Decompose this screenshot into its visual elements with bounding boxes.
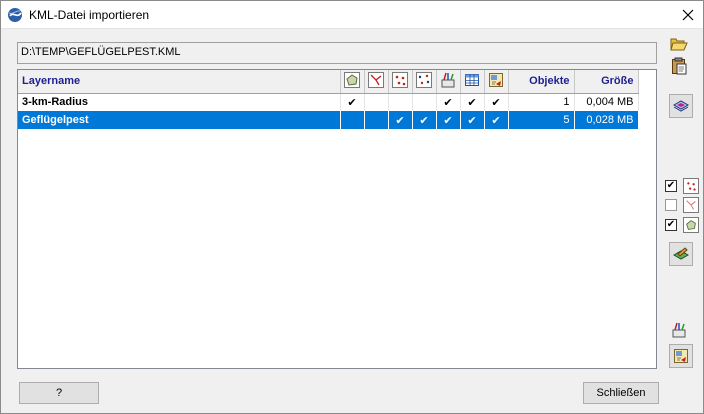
col-header-import[interactable] [484,70,509,94]
apply-filter-button[interactable] [669,242,693,266]
layers-button[interactable] [669,94,693,118]
layers-icon [673,100,689,112]
points-check-cell[interactable] [388,93,413,111]
layer-edit-icon [673,247,689,260]
globe-app-icon [8,8,22,22]
open-file-button[interactable] [667,32,691,56]
filter-polygons-row[interactable]: ✔ [665,217,704,233]
labels-check-cell[interactable]: ✔ [412,111,437,129]
objekte-cell: 5 [508,111,575,129]
dialog-client: D:\TEMP\GEFLÜGELPEST.KML Layername Objek… [1,30,703,413]
import-button[interactable] [669,344,693,368]
groesse-cell: 0,028 MB [574,111,639,129]
col-header-objekte[interactable]: Objekte [508,70,575,94]
groesse-cell: 0,004 MB [574,93,639,111]
table-check-cell[interactable]: ✔ [460,111,485,129]
labels-check-cell[interactable] [412,93,437,111]
close-button[interactable]: Schließen [583,382,659,404]
polygon-icon [344,71,360,88]
import-check-cell[interactable]: ✔ [484,111,509,129]
help-button[interactable]: ? [19,382,99,404]
dialog-window: KML-Datei importieren D:\TEMP\GEFLÜGELPE… [0,0,704,414]
line-icon [368,71,384,88]
col-header-table[interactable] [460,70,485,94]
col-header-style[interactable] [436,70,461,94]
col-header-polygon[interactable] [340,70,365,94]
points-icon [392,71,408,88]
line-check-cell[interactable] [364,93,389,111]
polygon-check-cell[interactable] [340,111,365,129]
style-brush-icon [441,72,455,88]
polygon-icon [683,217,699,233]
title-bar: KML-Datei importieren [1,1,703,29]
table-check-cell[interactable]: ✔ [460,93,485,111]
style-button[interactable] [667,318,691,342]
layer-table: Layername Objekte Größe 3-km-Radius ✔ ✔ … [18,70,639,129]
style-check-cell[interactable]: ✔ [436,93,461,111]
close-window-button[interactable] [673,1,703,29]
labels-icon [416,71,432,88]
attribute-table-icon [465,73,479,86]
paste-button[interactable] [667,54,691,78]
open-folder-icon [670,38,688,51]
col-header-line[interactable] [364,70,389,94]
line-check-cell[interactable] [364,111,389,129]
layer-name-cell: 3-km-Radius [18,93,341,111]
table-header-row: Layername Objekte Größe [18,70,639,94]
style-check-cell[interactable]: ✔ [436,111,461,129]
objekte-cell: 1 [508,93,575,111]
filter-lines-row[interactable] [665,197,704,213]
import-icon [674,349,688,363]
clipboard-icon [672,57,687,75]
close-icon [682,9,694,21]
line-icon [683,197,699,213]
col-header-labels[interactable] [412,70,437,94]
polygon-check-cell[interactable]: ✔ [340,93,365,111]
filter-points-row[interactable]: ✔ [665,178,704,194]
window-title: KML-Datei importieren [29,8,150,22]
filter-lines-checkbox[interactable] [665,199,677,211]
col-header-points[interactable] [388,70,413,94]
layer-list[interactable]: Layername Objekte Größe 3-km-Radius ✔ ✔ … [17,69,657,369]
filter-polygons-checkbox[interactable]: ✔ [665,219,677,231]
points-check-cell[interactable]: ✔ [388,111,413,129]
filter-points-checkbox[interactable]: ✔ [665,180,677,192]
table-row-selected[interactable]: Geflügelpest ✔ ✔ ✔ ✔ ✔ 5 0,028 MB [18,111,639,129]
points-icon [683,178,699,194]
style-brush-icon [672,322,686,338]
col-header-groesse[interactable]: Größe [574,70,639,94]
col-header-layername[interactable]: Layername [18,70,341,94]
import-check-cell[interactable]: ✔ [484,93,509,111]
import-icon [489,72,503,87]
file-path-field[interactable]: D:\TEMP\GEFLÜGELPEST.KML [17,42,657,64]
layer-name-cell: Geflügelpest [18,111,341,129]
table-row[interactable]: 3-km-Radius ✔ ✔ ✔ ✔ 1 0,004 MB [18,93,639,111]
